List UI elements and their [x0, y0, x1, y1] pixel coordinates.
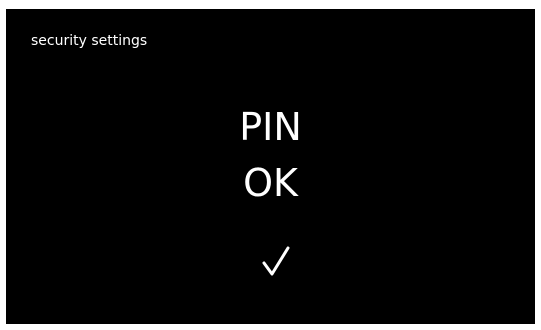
status-pin-label: PIN — [239, 105, 302, 149]
status-ok-label: OK — [243, 161, 298, 205]
checkmark-icon — [262, 246, 290, 276]
screen: security settings PIN OK — [6, 9, 535, 324]
screen-title: security settings — [31, 33, 148, 49]
